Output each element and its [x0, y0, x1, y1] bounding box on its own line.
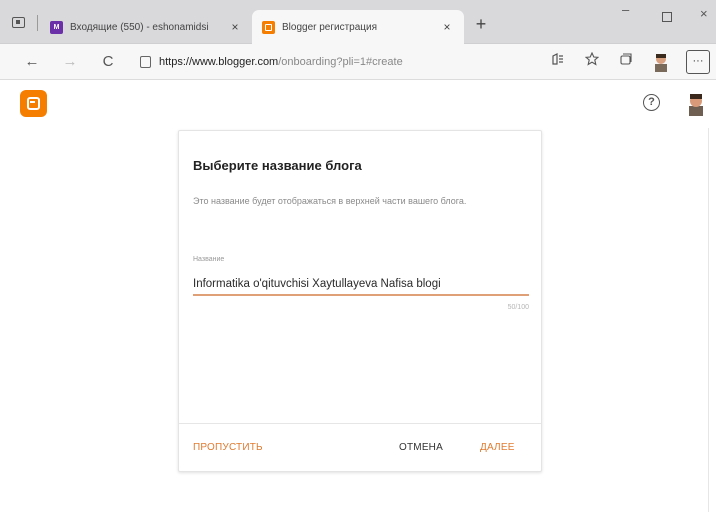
tab-title: Blogger регистрация: [282, 21, 378, 33]
blogger-logo[interactable]: [20, 90, 47, 117]
new-tab-button[interactable]: +: [470, 14, 492, 36]
settings-more-button[interactable]: ···: [686, 50, 710, 74]
tab-mail[interactable]: M Входящие (550) - eshonamidsi ×: [40, 10, 252, 44]
tab-separator: [37, 15, 38, 31]
tab-title: Входящие (550) - eshonamidsi: [70, 21, 209, 33]
next-button[interactable]: ДАЛЕЕ: [480, 442, 515, 453]
maximize-button[interactable]: [662, 12, 672, 22]
dialog-title: Выберите название блога: [193, 158, 362, 173]
page-scrollbar[interactable]: [708, 128, 716, 512]
page-info-icon[interactable]: [140, 56, 151, 68]
reload-button[interactable]: C: [98, 52, 118, 72]
tab-close-button[interactable]: ×: [226, 20, 244, 34]
cancel-button[interactable]: ОТМЕНА: [399, 442, 443, 453]
back-button[interactable]: ←: [22, 52, 42, 72]
address-bar[interactable]: https://www.blogger.com/onboarding?pli=1…: [140, 50, 550, 74]
url-host: https://www.blogger.com: [159, 56, 279, 68]
blogger-header: ?: [0, 80, 716, 128]
profile-icon[interactable]: [652, 52, 670, 72]
collections-icon[interactable]: [616, 52, 636, 69]
blog-name-input[interactable]: [193, 274, 529, 296]
blog-name-dialog: Выберите название блога Это название буд…: [178, 130, 542, 472]
tab-strip: M Входящие (550) - eshonamidsi × Blogger…: [0, 0, 716, 44]
tab-blogger[interactable]: Blogger регистрация ×: [252, 10, 464, 44]
skip-button[interactable]: ПРОПУСТИТЬ: [193, 442, 263, 453]
browser-window: M Входящие (550) - eshonamidsi × Blogger…: [0, 0, 716, 512]
help-icon[interactable]: ?: [643, 94, 660, 111]
blogger-icon: [262, 20, 275, 34]
dialog-description: Это название будет отображаться в верхне…: [193, 196, 467, 206]
blog-name-label: Название: [193, 256, 225, 263]
mail-icon: M: [50, 20, 63, 34]
minimize-button[interactable]: –: [622, 2, 629, 17]
window-menu-icon[interactable]: [12, 17, 25, 28]
url-path: /onboarding?pli=1#create: [278, 56, 403, 68]
favorites-icon[interactable]: [582, 51, 602, 69]
read-aloud-icon[interactable]: [548, 52, 568, 69]
close-window-button[interactable]: ×: [700, 6, 708, 21]
forward-button[interactable]: →: [60, 52, 80, 72]
tab-close-button[interactable]: ×: [438, 20, 456, 34]
address-toolbar: ← → C https://www.blogger.com/onboarding…: [0, 44, 716, 80]
user-avatar[interactable]: [686, 92, 706, 116]
char-counter: 50/100: [507, 304, 529, 311]
dialog-divider: [179, 423, 541, 424]
